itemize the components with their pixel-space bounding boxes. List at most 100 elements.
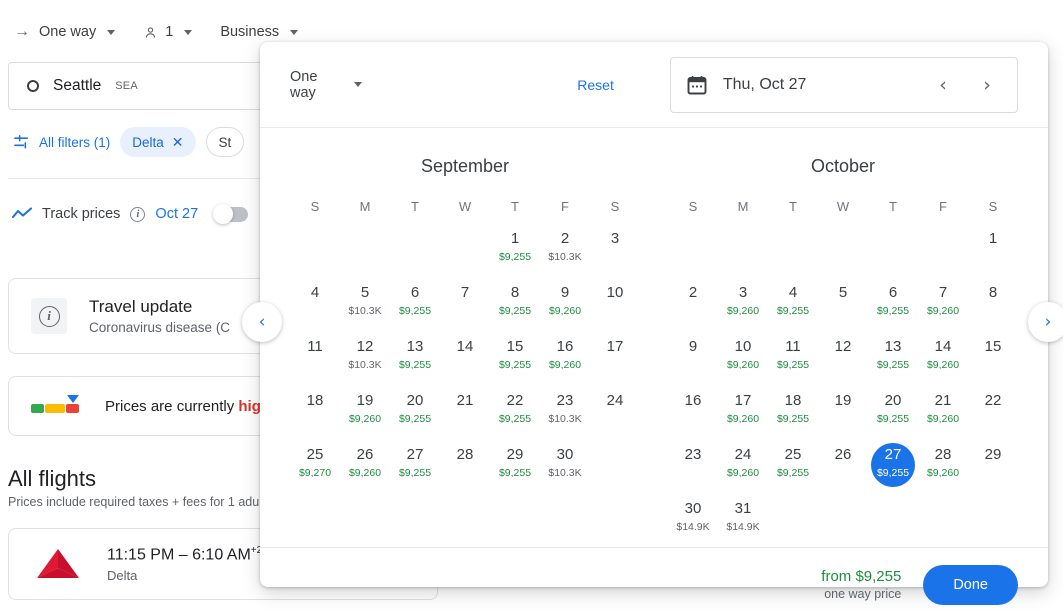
passenger-selector[interactable]: 1 [143, 18, 202, 46]
done-button[interactable]: Done [923, 564, 1018, 605]
day-cell[interactable]: 13 $9,255 [390, 337, 440, 385]
day-cell[interactable]: 21 $9,260 [918, 391, 968, 439]
day-cell[interactable]: 30 $10.3K [540, 445, 590, 493]
day-cell[interactable]: 25 $9,255 [768, 445, 818, 493]
day-price: $9,255 [876, 467, 910, 479]
day-cell[interactable]: 29 [968, 445, 1018, 493]
day-cell[interactable]: 18 [290, 391, 340, 439]
day-cell[interactable]: 17 $9,260 [718, 391, 768, 439]
panel-trip-type-selector[interactable]: One way [290, 69, 363, 101]
weekday-label: F [939, 199, 947, 214]
day-cell[interactable]: 10 [590, 283, 640, 331]
day-price: $9,255 [398, 305, 432, 317]
reset-button[interactable]: Reset [577, 77, 614, 93]
previous-months-button[interactable]: ‹ [242, 302, 282, 342]
day-number: 9 [560, 284, 570, 301]
origin-airport-code: SEA [115, 80, 138, 92]
day-cell[interactable]: 26 $9,260 [340, 445, 390, 493]
day-cell[interactable]: 24 [590, 391, 640, 439]
next-months-button[interactable]: › [1028, 302, 1063, 342]
day-number: 8 [510, 284, 520, 301]
day-cell[interactable]: 15 $9,255 [490, 337, 540, 385]
passenger-count: 1 [165, 24, 174, 40]
day-cell[interactable]: 1 $9,255 [490, 229, 540, 277]
day-number: 12 [356, 338, 374, 355]
all-flights-subheading: Prices include required taxes + fees for… [8, 495, 262, 509]
day-cell[interactable]: 6 $9,255 [390, 283, 440, 331]
day-cell[interactable]: 2 $10.3K [540, 229, 590, 277]
day-cell[interactable]: 10 $9,260 [718, 337, 768, 385]
day-cell[interactable]: 14 [440, 337, 490, 385]
day-cell[interactable]: 23 $10.3K [540, 391, 590, 439]
day-cell[interactable]: 29 $9,255 [490, 445, 540, 493]
day-cell[interactable]: 19 $9,260 [340, 391, 390, 439]
day-cell[interactable]: 4 [290, 283, 340, 331]
day-cell[interactable]: 15 [968, 337, 1018, 385]
day-price: $9,255 [498, 251, 532, 263]
weekday-label: S [610, 199, 620, 214]
day-cell[interactable]: 26 [818, 445, 868, 493]
day-price: $14.9K [676, 521, 710, 533]
day-cell[interactable]: 4 $9,255 [768, 283, 818, 331]
next-date-button[interactable]: › [973, 71, 1001, 99]
day-cell[interactable]: 19 [818, 391, 868, 439]
day-cell[interactable]: 24 $9,260 [718, 445, 768, 493]
day-cell[interactable]: 18 $9,255 [768, 391, 818, 439]
day-cell[interactable]: 8 $9,255 [490, 283, 540, 331]
day-cell[interactable]: 5 [818, 283, 868, 331]
day-cell[interactable]: 14 $9,260 [918, 337, 968, 385]
day-cell[interactable]: 28 [440, 445, 490, 493]
day-cell[interactable]: 7 $9,260 [918, 283, 968, 331]
day-cell[interactable]: 12 $10.3K [340, 337, 390, 385]
day-number: 14 [456, 338, 474, 355]
day-price: $9,260 [926, 467, 960, 479]
day-cell[interactable]: 25 $9,270 [290, 445, 340, 493]
trip-type-selector[interactable]: → One way [14, 18, 125, 46]
day-cell[interactable]: 7 [440, 283, 490, 331]
day-cell[interactable]: 16 $9,260 [540, 337, 590, 385]
day-cell[interactable]: 12 [818, 337, 868, 385]
info-icon[interactable]: i [130, 206, 146, 222]
day-cell[interactable]: 11 [290, 337, 340, 385]
person-icon [143, 25, 158, 40]
day-cell[interactable]: 22 $9,255 [490, 391, 540, 439]
day-cell-selected[interactable]: 27 $9,255 [868, 443, 918, 493]
day-cell[interactable]: 22 [968, 391, 1018, 439]
day-cell[interactable]: 8 [968, 283, 1018, 331]
day-cell[interactable]: 3 $9,260 [718, 283, 768, 331]
day-cell[interactable]: 30 $14.9K [668, 499, 718, 547]
day-cell[interactable]: 5 $10.3K [340, 283, 390, 331]
day-cell[interactable]: 17 [590, 337, 640, 385]
chevron-down-icon [107, 29, 116, 35]
day-cell[interactable]: 23 [668, 445, 718, 493]
day-cell[interactable]: 1 [968, 229, 1018, 277]
track-prices-toggle[interactable] [213, 204, 249, 224]
day-cell[interactable]: 9 [668, 337, 718, 385]
day-cell[interactable]: 31 $14.9K [718, 499, 768, 547]
day-cell[interactable]: 21 [440, 391, 490, 439]
day-cell[interactable]: 27 $9,255 [390, 445, 440, 493]
departure-date-field[interactable]: Thu, Oct 27 ‹ › [669, 56, 1018, 113]
day-price: $9,260 [926, 359, 960, 371]
day-cell[interactable]: 16 [668, 391, 718, 439]
filter-chip-stops[interactable]: St [205, 127, 245, 157]
track-prices-date[interactable]: Oct 27 [155, 206, 198, 222]
day-cell[interactable]: 28 $9,260 [918, 445, 968, 493]
day-cell[interactable]: 6 $9,255 [868, 283, 918, 331]
day-cell[interactable]: 11 $9,255 [768, 337, 818, 385]
prev-date-button[interactable]: ‹ [929, 71, 957, 99]
day-cell[interactable]: 9 $9,260 [540, 283, 590, 331]
all-filters-button[interactable]: All filters (1) [14, 134, 110, 150]
day-cell[interactable]: 20 $9,255 [868, 391, 918, 439]
filter-chip-airline[interactable]: Delta ✕ [120, 127, 196, 157]
day-number: 17 [606, 338, 624, 355]
day-cell[interactable]: 3 [590, 229, 640, 277]
day-number: 28 [456, 446, 474, 463]
day-cell[interactable]: 20 $9,255 [390, 391, 440, 439]
day-number: 26 [834, 446, 852, 463]
filter-chips-row: All filters (1) Delta ✕ St [14, 126, 245, 158]
day-cell[interactable]: 2 [668, 283, 718, 331]
month-title: October [810, 156, 876, 176]
day-cell[interactable]: 13 $9,255 [868, 337, 918, 385]
close-icon[interactable]: ✕ [172, 135, 184, 149]
